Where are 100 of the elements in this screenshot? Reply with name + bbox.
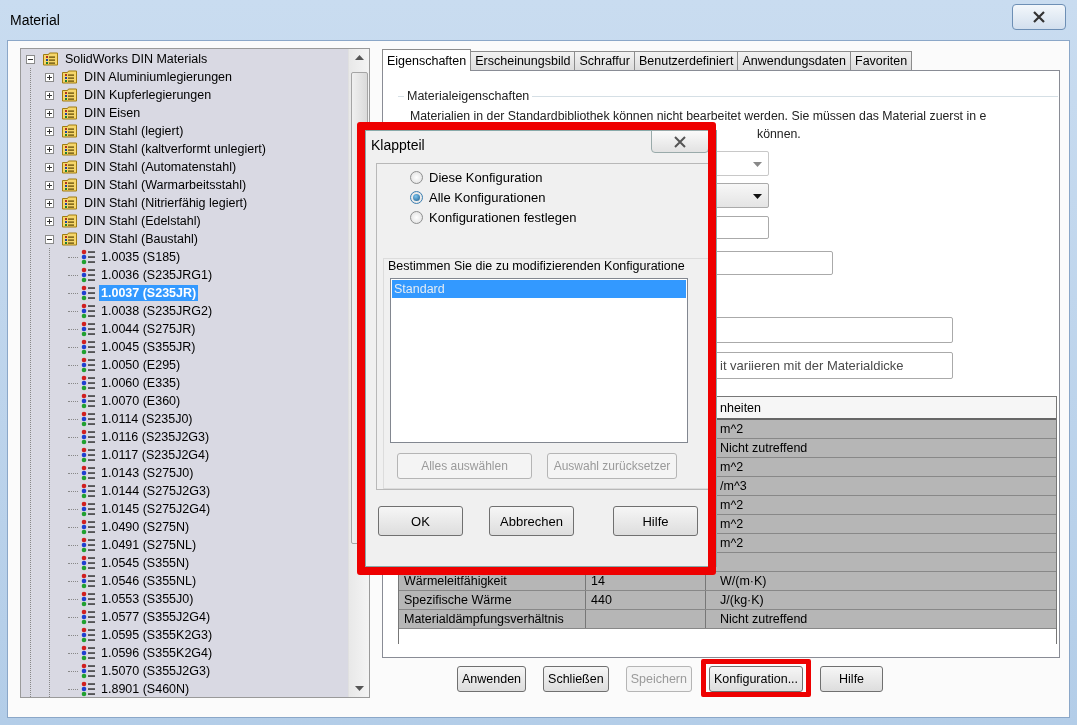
- table-cell: m^2: [720, 422, 744, 436]
- tree-item[interactable]: DIN Stahl (Warmarbeitsstahl): [82, 177, 249, 193]
- tree-item[interactable]: DIN Stahl (Automatenstahl): [82, 159, 239, 175]
- expander-toggle[interactable]: [45, 162, 54, 172]
- tree-item[interactable]: 1.0143 (S275J0): [99, 465, 196, 481]
- material-list-icon: [81, 681, 95, 697]
- expander-toggle[interactable]: [45, 108, 54, 118]
- tree-item[interactable]: 1.0038 (S235JRG2): [99, 303, 215, 319]
- expander-toggle[interactable]: [45, 216, 54, 226]
- expander-toggle[interactable]: [45, 72, 54, 82]
- tree-item[interactable]: 1.0060 (E335): [99, 375, 183, 391]
- folder-list-icon: [43, 52, 59, 66]
- tree-item[interactable]: SolidWorks DIN Materials: [63, 51, 210, 67]
- tree-item[interactable]: 1.0044 (S275JR): [99, 321, 198, 337]
- tree-item[interactable]: 1.0145 (S275J2G4): [99, 501, 213, 517]
- tree-item[interactable]: DIN Stahl (Edelstahl): [82, 213, 203, 229]
- close-button[interactable]: [1012, 4, 1066, 30]
- material-list-icon: [81, 267, 95, 283]
- material-list-icon: [81, 591, 95, 607]
- tree-item[interactable]: DIN Eisen: [82, 105, 143, 121]
- tree-item[interactable]: 1.0144 (S275J2G3): [99, 483, 213, 499]
- tree-item[interactable]: 1.0050 (E295): [99, 357, 183, 373]
- folder-list-icon: [62, 214, 78, 228]
- tree-item[interactable]: 1.0553 (S355J0): [99, 591, 196, 607]
- tree-item[interactable]: 1.0545 (S355N): [99, 555, 192, 571]
- dialog-button[interactable]: Anwenden: [457, 666, 527, 692]
- tree-item[interactable]: 1.0596 (S355K2G4): [99, 645, 215, 661]
- material-list-icon: [81, 447, 95, 463]
- radio-label[interactable]: Konfigurationen festlegen: [429, 209, 577, 225]
- expander-toggle[interactable]: [45, 144, 54, 154]
- tree-item[interactable]: 1.8901 (S460N): [99, 681, 192, 697]
- expander-toggle[interactable]: [45, 234, 54, 244]
- material-list-icon: [81, 645, 95, 661]
- expander-toggle[interactable]: [26, 54, 35, 64]
- material-list-icon: [81, 555, 95, 571]
- dialog-title: Klappteil: [371, 137, 425, 153]
- folder-list-icon: [62, 178, 78, 192]
- radio-button[interactable]: [410, 190, 423, 204]
- tree-item[interactable]: 1.0035 (S185): [99, 249, 183, 265]
- material-list-icon: [81, 465, 95, 481]
- material-list-icon: [81, 519, 95, 535]
- tree-item[interactable]: 1.0117 (S235J2G4): [99, 447, 212, 463]
- material-list-icon: [81, 573, 95, 589]
- expander-toggle[interactable]: [45, 180, 54, 190]
- table-cell: /m^3: [720, 479, 747, 493]
- tree-item[interactable]: DIN Stahl (kaltverformt unlegiert): [82, 141, 268, 157]
- tree-item[interactable]: DIN Stahl (legiert): [82, 123, 186, 139]
- folder-list-icon: [62, 88, 78, 102]
- tab[interactable]: Anwendungsdaten: [737, 51, 851, 70]
- material-list-icon: [81, 627, 95, 643]
- tree-item[interactable]: 1.0546 (S355NL): [99, 573, 199, 589]
- tree-item[interactable]: 1.0577 (S355J2G4): [99, 609, 213, 625]
- tree-item[interactable]: 1.0114 (S235J0): [99, 411, 195, 427]
- table-cell: Nicht zutreffend: [720, 612, 808, 626]
- tree-item[interactable]: 1.0036 (S235JRG1): [99, 267, 215, 283]
- tree-item[interactable]: 1.0491 (S275NL): [99, 537, 199, 553]
- table-cell: Nicht zutreffend: [720, 441, 808, 455]
- tree-item[interactable]: 1.0490 (S275N): [99, 519, 192, 535]
- tree-item[interactable]: DIN Stahl (Nitrierfähig legiert): [82, 195, 250, 211]
- tab[interactable]: Eigenschaften: [382, 49, 472, 71]
- dialog-button[interactable]: Hilfe: [613, 506, 698, 536]
- tree-item[interactable]: DIN Kupferlegierungen: [82, 87, 214, 103]
- material-list-icon: [81, 609, 95, 625]
- dialog-button[interactable]: Schließen: [543, 666, 609, 692]
- table-cell: m^2: [720, 536, 744, 550]
- material-list-icon: [81, 501, 95, 517]
- tab[interactable]: Schraffur: [574, 51, 635, 70]
- tree-item[interactable]: 1.0116 (S235J2G3): [99, 429, 212, 445]
- material-list-icon: [81, 285, 95, 301]
- material-list-icon: [81, 393, 95, 409]
- group-title: Materialeigenschaften: [406, 89, 531, 103]
- radio-label[interactable]: Diese Konfiguration: [429, 169, 543, 185]
- table-cell: 14: [591, 574, 605, 588]
- tree-item[interactable]: 1.5070 (S355J2G3): [99, 663, 213, 679]
- tab[interactable]: Favoriten: [850, 51, 913, 70]
- table-cell: m^2: [720, 460, 744, 474]
- expander-toggle[interactable]: [45, 90, 54, 100]
- close-icon: [672, 135, 688, 148]
- material-list-icon: [81, 303, 95, 319]
- dialog-button[interactable]: Hilfe: [820, 666, 884, 692]
- dialog-button[interactable]: OK: [378, 506, 463, 536]
- caret-icon: [753, 193, 762, 199]
- close-icon: [1032, 11, 1046, 23]
- expander-toggle[interactable]: [45, 198, 54, 208]
- close-button[interactable]: [651, 130, 709, 153]
- folder-list-icon: [62, 232, 78, 246]
- tree-item[interactable]: 1.0595 (S355K2G3): [99, 627, 215, 643]
- radio-button[interactable]: [410, 210, 423, 224]
- dialog-button[interactable]: Konfiguration...: [708, 666, 804, 692]
- tab[interactable]: Benutzerdefiniert: [633, 51, 739, 70]
- radio-button[interactable]: [410, 170, 423, 184]
- expander-toggle[interactable]: [45, 126, 54, 136]
- tree-item[interactable]: DIN Stahl (Baustahl): [82, 231, 200, 247]
- tree-item[interactable]: 1.0045 (S355JR): [99, 339, 198, 355]
- tab[interactable]: Erscheinungsbild: [470, 51, 576, 70]
- tree-item[interactable]: DIN Aluminiumlegierungen: [82, 69, 234, 85]
- tree-item[interactable]: 1.0070 (E360): [99, 393, 183, 409]
- radio-label[interactable]: Alle Konfigurationen: [429, 189, 546, 205]
- dialog-button[interactable]: Abbrechen: [489, 506, 574, 536]
- table-cell: m^2: [720, 517, 744, 531]
